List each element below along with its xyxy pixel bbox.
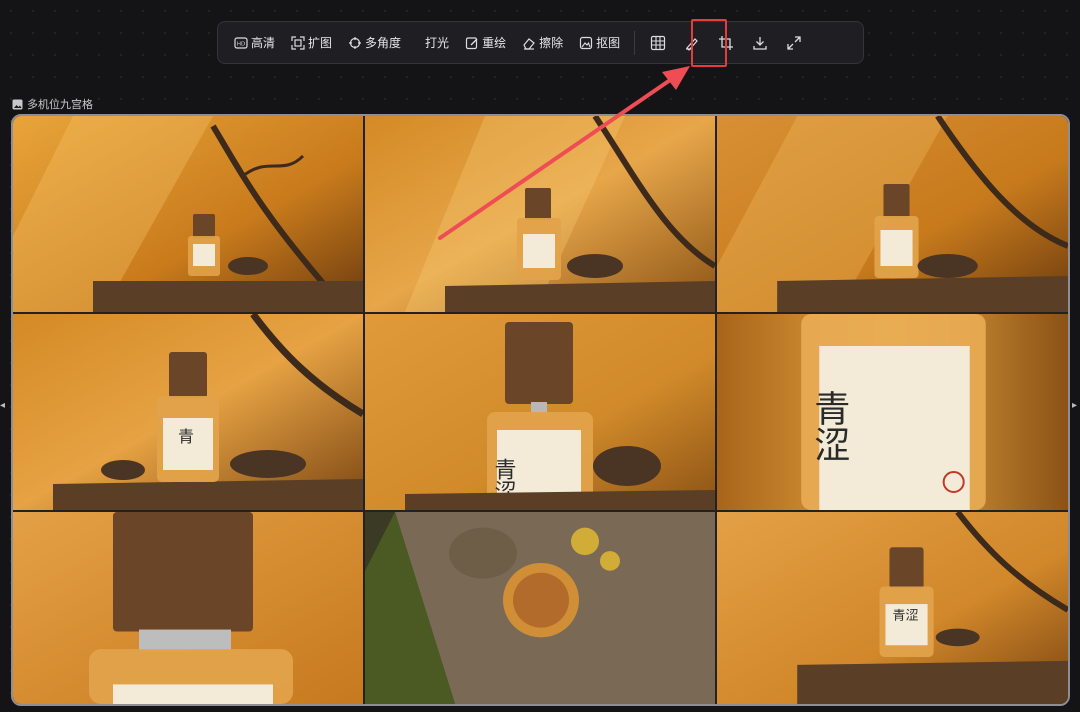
expand-image-icon [291,35,305,50]
grid-image-9[interactable]: 青涩 [717,512,1068,704]
hd-button[interactable]: HD 高清 [226,28,283,58]
product-photo: 青涩 [717,314,1068,510]
bottle-label-text: 青 [178,427,194,446]
image-icon [12,99,23,109]
product-photo [365,116,715,312]
redraw-label: 重绘 [482,36,507,50]
lighting-button[interactable]: 打光 [417,28,457,58]
product-photo: 青涩 [717,512,1068,704]
multi-angle-icon [349,36,362,49]
redraw-icon [465,36,478,49]
grid-image-3[interactable] [717,116,1068,312]
product-photo [717,116,1068,312]
grid-highlight-box [691,19,727,67]
hd-icon: HD [234,36,248,49]
grid-icon [651,35,666,50]
left-resize-handle[interactable]: ◂ [0,400,10,414]
expand-label: 扩图 [308,36,333,50]
canvas-label: 多机位九宫格 [12,96,93,112]
grid-image-1[interactable] [13,116,363,312]
erase-label: 擦除 [539,36,564,50]
download-button[interactable] [743,28,777,58]
fullscreen-button[interactable] [777,28,811,58]
product-photo: 青 [13,314,363,510]
product-photo: 青涩 [365,314,715,510]
grid-image-6[interactable]: 青涩 [717,314,1068,510]
bottle-label-text: 青涩 [808,390,850,462]
cutout-label: 抠图 [596,36,621,50]
grid-image-5[interactable]: 青涩 [365,314,715,510]
grid-button[interactable] [641,28,675,58]
grid-image-8[interactable] [365,512,715,704]
cutout-icon [579,36,593,49]
svg-text:HD: HD [237,41,245,47]
hd-label: 高清 [251,36,276,50]
grid-image-4[interactable]: 青 [13,314,363,510]
right-resize-handle[interactable]: ▸ [1072,400,1080,414]
canvas-label-text: 多机位九宫格 [27,98,93,111]
multi-angle-label: 多角度 [365,36,402,50]
grid-image-7[interactable] [13,512,363,704]
product-photo [13,116,363,312]
multi-angle-button[interactable]: 多角度 [340,28,409,58]
toolbar-divider [634,30,636,55]
product-photo [365,512,715,704]
lighting-label: 打光 [425,36,450,50]
cutout-button[interactable]: 抠图 [571,28,628,58]
erase-button[interactable]: 擦除 [514,28,571,58]
bottle-label-text: 青涩 [893,609,919,624]
nine-grid-frame[interactable]: 青 青涩 青涩 青涩 [11,114,1070,706]
image-toolbar: HD 高清 扩图 多角度 打光 重绘 擦除 抠图 [217,21,864,64]
expand-button[interactable]: 扩图 [283,28,340,58]
eraser-icon [523,37,535,50]
fullscreen-icon [787,35,801,50]
product-photo [13,512,363,704]
download-icon [753,36,767,50]
redraw-button[interactable]: 重绘 [457,28,514,58]
grid-image-2[interactable] [365,116,715,312]
